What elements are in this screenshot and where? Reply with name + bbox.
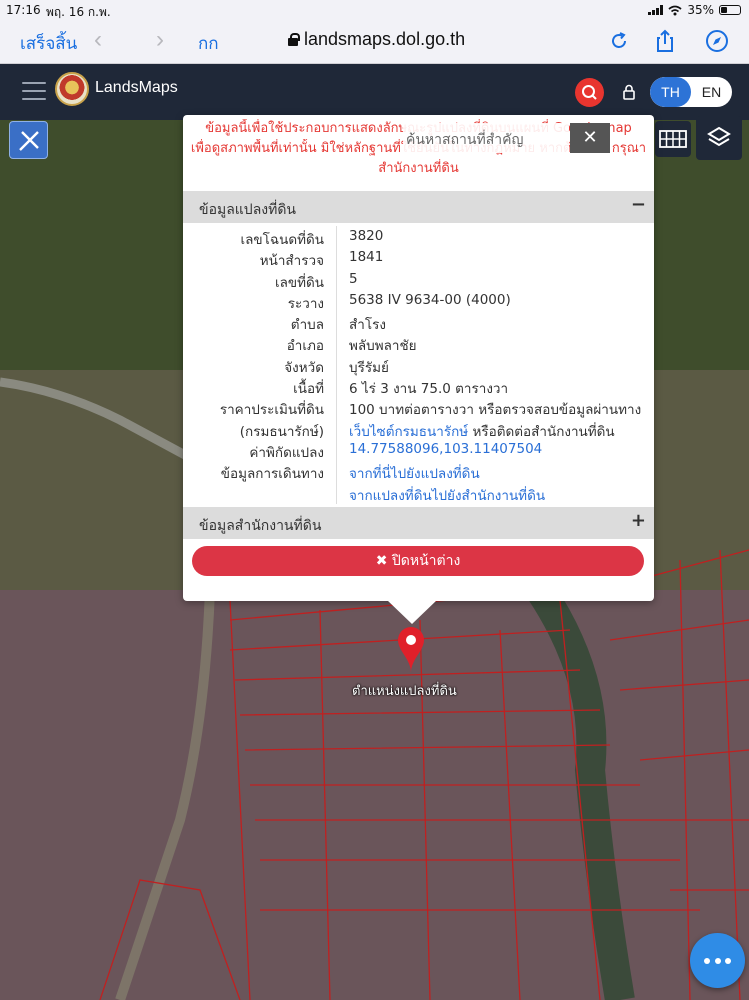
parcel-info-popup: ข้อมูลนี้เพื่อใช้ประกอบการแสดงลักษณะรูปแ… <box>183 115 654 601</box>
wifi-icon <box>668 5 682 15</box>
info-row: ระวาง 5638 IV 9634-00 (4000) <box>183 290 654 312</box>
info-row: อำเภอ พลับพลาชัย <box>183 332 654 355</box>
back-chevron-icon[interactable]: ‹ <box>94 26 102 54</box>
info-row-link[interactable]: จากแปลงที่ดินไปยังสำนักงานที่ดิน <box>349 488 545 504</box>
info-row-value-text: สำโรง <box>349 317 386 334</box>
info-row: ข้อมูลการเดินทาง จากที่นี่ไปยังแปลงที่ดิน <box>183 460 654 482</box>
parcel-section-title: ข้อมูลแปลงที่ดิน <box>199 202 297 218</box>
info-row: ค่าพิกัดแปลง 14.77588096,103.11407504 <box>183 439 654 461</box>
info-row-value-text: 5638 IV 9634-00 (4000) <box>349 291 511 308</box>
info-row-value-suffix: หรือติดต่อสำนักงานที่ดิน <box>468 423 615 440</box>
popup-pointer <box>387 600 437 624</box>
browser-toolbar: เสร็จสิ้น ‹ › กก landsmaps.dol.go.th <box>0 20 749 64</box>
grid-icon <box>659 130 687 148</box>
info-row-value: จากแปลงที่ดินไปยังสำนักงานที่ดิน <box>349 484 545 506</box>
forward-chevron-icon[interactable]: › <box>156 26 164 54</box>
lang-en-button[interactable]: EN <box>691 77 732 107</box>
status-time: 17:16 <box>6 3 41 17</box>
info-row-value: 5638 IV 9634-00 (4000) <box>349 292 511 308</box>
reload-icon[interactable] <box>606 28 632 54</box>
layers-icon <box>707 126 731 147</box>
search-icon <box>582 85 597 100</box>
grid-toggle-button[interactable] <box>655 121 691 157</box>
lock-icon <box>288 33 300 46</box>
landsmaps-logo <box>55 72 89 106</box>
url-text: landsmaps.dol.go.th <box>304 29 466 49</box>
parcel-section-header[interactable]: ข้อมูลแปลงที่ดิน − <box>183 191 654 223</box>
info-row: เลขโฉนดที่ดิน 3820 <box>183 226 654 248</box>
info-row: หน้าสำรวจ 1841 <box>183 247 654 269</box>
measure-tool-button[interactable] <box>9 121 48 159</box>
info-row: (กรมธนารักษ์) เว็บไซต์กรมธนารักษ์ หรือติด… <box>183 418 654 440</box>
layers-button[interactable] <box>696 116 742 160</box>
app-title: LandsMaps <box>95 79 178 96</box>
ruler-pencil-icon <box>19 131 39 151</box>
info-row-value-text: 6 ไร่ 3 งาน 75.0 ตารางวา <box>349 381 509 398</box>
info-row-value-text: 3820 <box>349 228 384 244</box>
login-lock-icon[interactable] <box>621 84 637 100</box>
info-row-value-text: 5 <box>349 270 358 287</box>
info-row-value-text: 100 บาทต่อตารางวา หรือตรวจสอบข้อมูลผ่านท… <box>349 402 642 419</box>
expand-icon[interactable]: + <box>631 510 646 531</box>
map-pin-icon[interactable] <box>395 625 427 675</box>
done-button[interactable]: เสร็จสิ้น <box>20 30 77 57</box>
search-button[interactable] <box>575 78 604 107</box>
office-section-title: ข้อมูลสำนักงานที่ดิน <box>199 518 322 534</box>
place-search-clear-button[interactable]: ✕ <box>570 123 610 153</box>
parcel-info-rows: เลขโฉนดที่ดิน 3820 หน้าสำรวจ 1841 เลขที่ดิน 5… <box>183 226 654 506</box>
info-row-value-text: 1841 <box>349 249 384 266</box>
info-row-value: 3820 <box>349 228 383 244</box>
address-bar[interactable]: landsmaps.dol.go.th <box>288 29 465 50</box>
pin-label: ตำแหน่งแปลงที่ดิน <box>352 684 457 699</box>
office-section-header[interactable]: ข้อมูลสำนักงานที่ดิน + <box>183 507 654 539</box>
close-window-button[interactable]: ✖ ปิดหน้าต่าง <box>192 546 644 576</box>
status-bar: 17:16 พฤ. 16 ก.พ. 35% <box>0 0 749 20</box>
info-row: เลขที่ดิน 5 <box>183 269 654 291</box>
cellular-signal-icon <box>648 5 664 15</box>
share-icon[interactable] <box>652 28 678 54</box>
info-row: จังหวัด บุรีรัมย์ <box>183 354 654 376</box>
info-row-value: 1841 <box>349 249 383 265</box>
language-toggle[interactable]: TH EN <box>650 77 732 107</box>
info-row-link[interactable]: เว็บไซต์กรมธนารักษ์ <box>349 424 468 440</box>
info-row-link[interactable]: จากที่นี่ไปยังแปลงที่ดิน <box>349 466 480 482</box>
lang-th-button[interactable]: TH <box>650 77 691 107</box>
info-row: จากแปลงที่ดินไปยังสำนักงานที่ดิน <box>183 482 654 506</box>
info-row-value: 14.77588096,103.11407504 <box>349 441 542 457</box>
text-size-button[interactable]: กก <box>198 30 219 57</box>
collapse-icon[interactable]: − <box>631 194 646 215</box>
info-row: เนื้อที่ 6 ไร่ 3 งาน 75.0 ตารางวา <box>183 375 654 398</box>
info-row-value-text: บุรีรัมย์ <box>349 359 389 376</box>
info-row-link[interactable]: 14.77588096,103.11407504 <box>349 441 542 457</box>
more-options-button[interactable] <box>690 933 745 988</box>
info-row-value-text: พลับพลาชัย <box>349 338 417 355</box>
info-row-value: 5 <box>349 271 358 287</box>
app-header: LandsMaps TH EN <box>0 64 749 120</box>
battery-percent: 35% <box>687 3 714 17</box>
info-row: ตำบล สำโรง <box>183 311 654 334</box>
notice-line-3: สำนักงานที่ดิน <box>378 161 459 176</box>
status-right: 35% <box>648 3 741 17</box>
info-row: ราคาประเมินที่ดิน 100 บาทต่อตารางวา หรือต… <box>183 396 654 419</box>
menu-icon[interactable] <box>22 82 46 100</box>
compass-icon[interactable] <box>704 28 730 54</box>
place-search-input[interactable]: ค้นหาสถานที่สำคัญ <box>403 123 569 153</box>
battery-icon <box>719 5 741 15</box>
